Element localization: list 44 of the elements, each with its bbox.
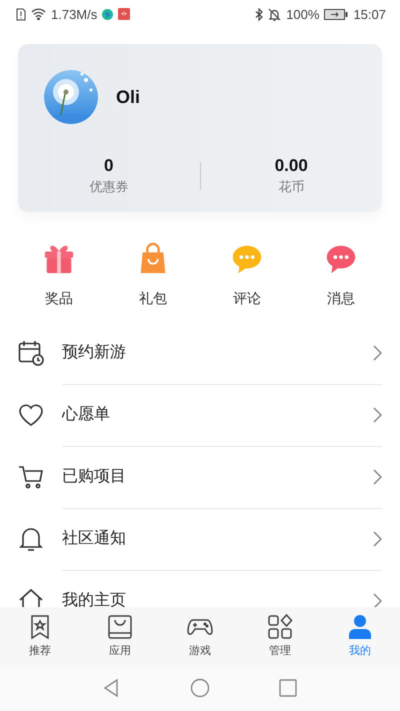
chevron-right-icon	[372, 406, 382, 422]
chevron-right-icon	[372, 344, 382, 360]
clock-time: 15:07	[353, 6, 386, 22]
mute-bell-icon	[268, 8, 282, 20]
nav-tab[interactable]: 我的	[320, 614, 400, 658]
stat-label: 优惠券	[89, 178, 128, 196]
stat-value: 0.00	[274, 156, 308, 176]
chevron-right-icon	[372, 592, 382, 607]
battery-icon	[324, 8, 348, 20]
cart-icon	[18, 464, 44, 490]
globe-app-icon	[102, 8, 114, 20]
grid-icon	[267, 614, 293, 640]
shopping-tray-icon	[107, 614, 133, 640]
heart-icon	[18, 402, 44, 428]
wifi-icon	[31, 8, 46, 20]
bluetooth-icon	[255, 8, 264, 20]
user-name: Oli	[116, 86, 140, 108]
menu-item[interactable]: 心愿单	[62, 404, 372, 425]
shortcut-button[interactable]: 奖品	[12, 242, 106, 308]
shortcut-button[interactable]: 评论	[200, 242, 294, 308]
stat-label: 花币	[278, 178, 304, 196]
menu-item[interactable]: 社区通知	[62, 528, 372, 549]
network-speed: 1.73M/s	[51, 6, 98, 22]
nav-tab[interactable]: 应用	[80, 614, 160, 658]
app-icon	[118, 8, 130, 20]
shortcut-button[interactable]: 消息	[294, 242, 388, 308]
calendar-clock-icon	[18, 340, 44, 366]
menu-item[interactable]: 我的主页	[62, 590, 372, 607]
stat-value: 0	[104, 156, 114, 176]
bell-icon	[18, 526, 44, 552]
recents-icon[interactable]	[278, 678, 298, 698]
nav-tab[interactable]: 推荐	[0, 614, 80, 658]
nav-tab[interactable]: 管理	[240, 614, 320, 658]
home-icon[interactable]	[190, 678, 210, 698]
person-icon	[347, 614, 373, 640]
chevron-right-icon	[372, 530, 382, 546]
shortcut-button[interactable]: 礼包	[106, 242, 200, 308]
house-icon	[18, 588, 44, 607]
battery-percent: 100%	[286, 6, 320, 22]
menu-item[interactable]: 预约新游	[62, 342, 372, 363]
chevron-right-icon	[372, 468, 382, 484]
menu-item[interactable]: 已购项目	[62, 466, 372, 487]
sim-alert-icon	[16, 8, 26, 20]
nav-tab[interactable]: 游戏	[160, 614, 240, 658]
